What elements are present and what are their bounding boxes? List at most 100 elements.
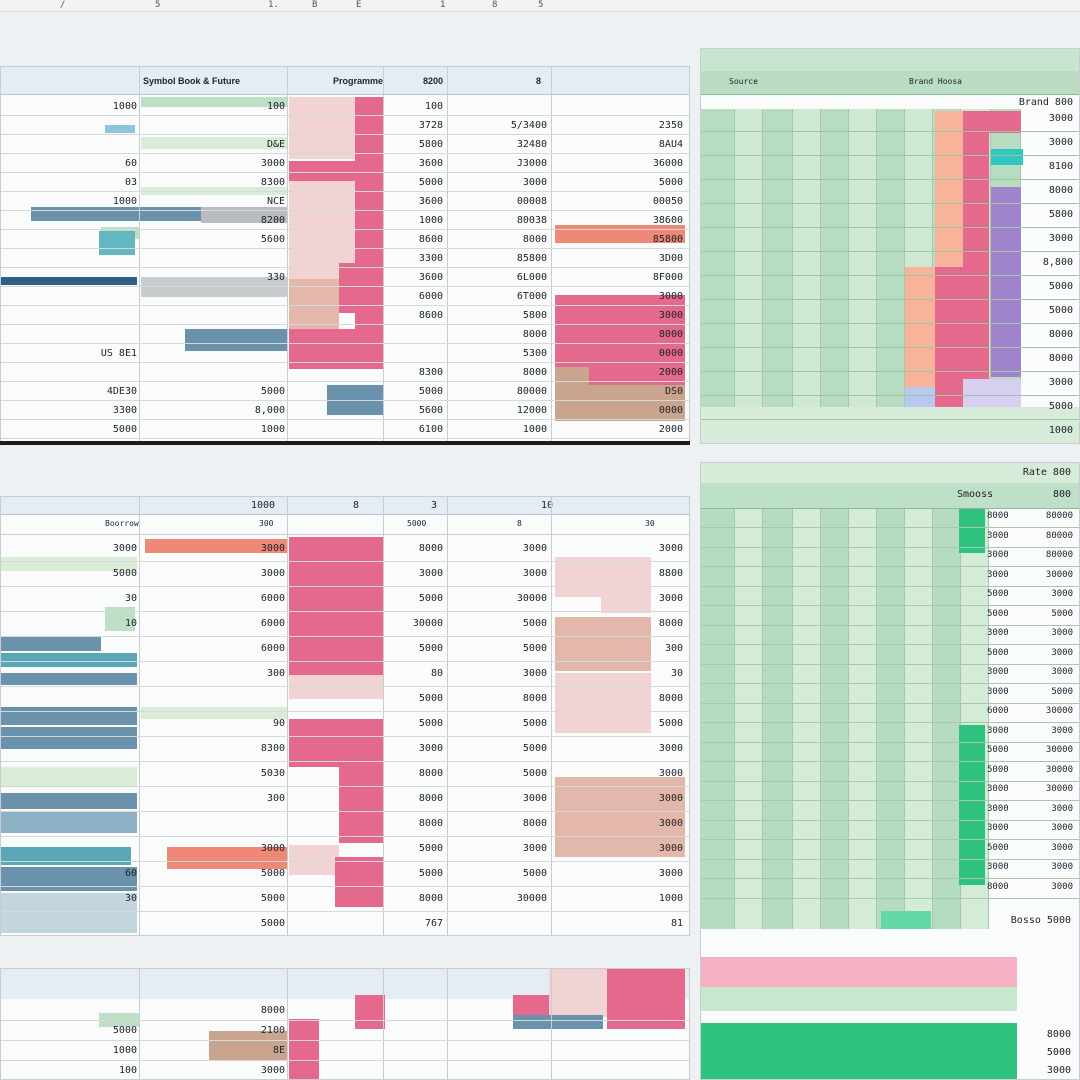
table-cell[interactable]: 3000 xyxy=(113,543,137,554)
table-cell[interactable]: 5000 xyxy=(659,718,683,729)
table-cell[interactable]: 10 xyxy=(125,618,137,629)
table-cell[interactable]: 3000 xyxy=(261,1065,285,1076)
value-cell-right[interactable]: 5000 xyxy=(1051,687,1073,697)
table-cell[interactable]: 5000 xyxy=(261,893,285,904)
table-cell[interactable]: 3000 xyxy=(659,310,683,321)
value-cell-left[interactable]: 3000 xyxy=(987,823,1009,833)
table-cell[interactable]: 30 xyxy=(671,668,683,679)
table-cell[interactable]: 00050 xyxy=(653,196,683,207)
table-cell[interactable]: 5000 xyxy=(419,868,443,879)
table-cell[interactable]: 3600 xyxy=(419,272,443,283)
table-cell[interactable]: 6000 xyxy=(419,291,443,302)
table-cell[interactable]: 5000 xyxy=(523,768,547,779)
value-cell-left[interactable]: 5000 xyxy=(987,765,1009,775)
table-cell[interactable]: 5000 xyxy=(419,693,443,704)
table-cell[interactable]: 8800 xyxy=(659,568,683,579)
table-cell[interactable]: J3000 xyxy=(517,158,547,169)
table-cell[interactable]: 1000 xyxy=(419,215,443,226)
table-cell[interactable]: 03 xyxy=(125,177,137,188)
bottom-value[interactable]: 8000 xyxy=(1047,1029,1071,1040)
table-cell[interactable]: 30000 xyxy=(517,893,547,904)
table-cell[interactable]: US 8E1 xyxy=(101,348,137,359)
table-cell[interactable]: 8300 xyxy=(261,177,285,188)
table-cell[interactable]: 0000 xyxy=(659,348,683,359)
table-cell[interactable]: 30000 xyxy=(413,618,443,629)
table-cell[interactable]: 1000 xyxy=(113,196,137,207)
value-cell-left[interactable]: 3000 xyxy=(987,667,1009,677)
table-cell[interactable]: 3000 xyxy=(523,543,547,554)
table-cell[interactable]: 5000 xyxy=(419,593,443,604)
table-cell[interactable]: 8E xyxy=(273,1045,285,1056)
value-cell-right[interactable]: 80000 xyxy=(1046,511,1073,521)
table-cell[interactable]: 5000 xyxy=(261,918,285,929)
table-cell[interactable]: 3000 xyxy=(659,793,683,804)
table-cell[interactable]: 8000 xyxy=(659,618,683,629)
table-cell[interactable]: 8000 xyxy=(261,1005,285,1016)
table-cell[interactable]: 100 xyxy=(267,101,285,112)
value-cell[interactable]: 8100 xyxy=(1049,161,1073,172)
value-cell-left[interactable]: 5000 xyxy=(987,745,1009,755)
table-cell[interactable]: 5000 xyxy=(261,386,285,397)
table-cell[interactable]: 2350 xyxy=(659,120,683,131)
value-cell[interactable]: 5000 xyxy=(1049,401,1073,412)
table-cell[interactable]: 5000 xyxy=(523,868,547,879)
table-cell[interactable]: 5000 xyxy=(523,618,547,629)
table-cell[interactable]: 100 xyxy=(119,1065,137,1076)
table-cell[interactable]: 5800 xyxy=(523,310,547,321)
table-cell[interactable]: 5000 xyxy=(261,868,285,879)
table-cell[interactable]: 80000 xyxy=(517,386,547,397)
value-cell[interactable]: 8000 xyxy=(1049,329,1073,340)
table-cell[interactable]: 3000 xyxy=(523,668,547,679)
table-cell[interactable]: NCE xyxy=(267,196,285,207)
table-cell[interactable]: 3000 xyxy=(523,177,547,188)
table-cell[interactable]: 5030 xyxy=(261,768,285,779)
value-cell-left[interactable]: 5000 xyxy=(987,609,1009,619)
table-cell[interactable]: 3000 xyxy=(261,158,285,169)
table-cell[interactable]: 3600 xyxy=(419,196,443,207)
value-cell[interactable]: 8000 xyxy=(1049,353,1073,364)
table-cell[interactable]: 5000 xyxy=(419,643,443,654)
value-cell[interactable]: 8,800 xyxy=(1043,257,1073,268)
table-cell[interactable]: 5600 xyxy=(261,234,285,245)
table-cell[interactable]: 6T000 xyxy=(517,291,547,302)
value-cell-left[interactable]: 5000 xyxy=(987,589,1009,599)
table-cell[interactable]: 60 xyxy=(125,158,137,169)
bottom-value[interactable]: 3000 xyxy=(1047,1065,1071,1076)
value-cell-right[interactable]: 3000 xyxy=(1051,667,1073,677)
bottom-value[interactable]: 5000 xyxy=(1047,1047,1071,1058)
table-cell[interactable]: 2000 xyxy=(659,424,683,435)
table-cell[interactable]: D&E xyxy=(267,139,285,150)
table-cell[interactable]: 3000 xyxy=(419,568,443,579)
table-cell[interactable]: 3000 xyxy=(659,543,683,554)
value-cell-right[interactable]: 80000 xyxy=(1046,550,1073,560)
table-cell[interactable]: 80 xyxy=(431,668,443,679)
value-cell[interactable]: 3000 xyxy=(1049,137,1073,148)
table-cell[interactable]: 60 xyxy=(125,868,137,879)
table-cell[interactable]: 5000 xyxy=(419,177,443,188)
table-cell[interactable]: 80038 xyxy=(517,215,547,226)
table-cell[interactable]: 300 xyxy=(267,668,285,679)
table-cell[interactable]: 8000 xyxy=(523,329,547,340)
table-cell[interactable]: 3000 xyxy=(659,743,683,754)
value-cell-left[interactable]: 8000 xyxy=(987,511,1009,521)
table-cell[interactable]: 85800 xyxy=(653,234,683,245)
table-cell[interactable]: 3000 xyxy=(419,743,443,754)
table-cell[interactable]: 3300 xyxy=(113,405,137,416)
table-cell[interactable]: 300 xyxy=(267,793,285,804)
table-cell[interactable]: 3728 xyxy=(419,120,443,131)
table-cell[interactable]: 90 xyxy=(273,718,285,729)
table-cell[interactable]: 8000 xyxy=(659,693,683,704)
value-cell-left[interactable]: 3000 xyxy=(987,531,1009,541)
table-cell[interactable]: 3000 xyxy=(261,543,285,554)
table-cell[interactable]: 36000 xyxy=(653,158,683,169)
table-cell[interactable]: 6000 xyxy=(261,643,285,654)
table-cell[interactable]: 85800 xyxy=(517,253,547,264)
table-cell[interactable]: 1000 xyxy=(261,424,285,435)
table-cell[interactable]: 1000 xyxy=(113,101,137,112)
table-cell[interactable]: 8000 xyxy=(659,329,683,340)
table-cell[interactable]: 3300 xyxy=(419,253,443,264)
table-cell[interactable]: 300 xyxy=(665,643,683,654)
table-cell[interactable]: 5000 xyxy=(419,718,443,729)
value-cell-right[interactable]: 3000 xyxy=(1051,726,1073,736)
table-cell[interactable]: 8000 xyxy=(419,793,443,804)
